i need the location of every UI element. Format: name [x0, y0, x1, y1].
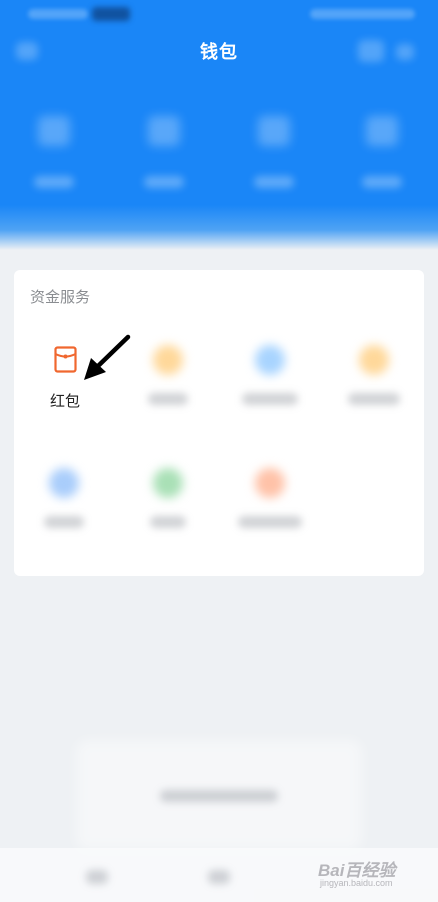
watermark: Bai百经验 jingyan.baidu.com — [318, 848, 418, 894]
status-time-blur — [28, 9, 88, 19]
red-packet-label: 红包 — [50, 392, 81, 410]
wallet-stat-3[interactable] — [244, 112, 304, 202]
service-icon — [359, 345, 389, 375]
wallet-stat-icon — [258, 116, 290, 146]
service-item[interactable] — [128, 345, 208, 425]
wallet-stat-icon — [148, 116, 180, 146]
wallet-stat-4[interactable] — [352, 112, 412, 202]
status-bar — [0, 0, 438, 28]
wallet-stat-1[interactable] — [24, 112, 84, 202]
wallet-stat-icon — [366, 116, 398, 146]
wallet-stat-icon — [38, 116, 70, 146]
status-indicator-blur — [92, 7, 130, 21]
service-label — [148, 393, 188, 405]
service-item[interactable] — [230, 468, 310, 548]
bottom-link[interactable] — [160, 790, 278, 802]
settings-icon[interactable] — [396, 44, 414, 60]
service-label — [348, 393, 400, 405]
service-item[interactable] — [128, 468, 208, 548]
service-icon — [255, 345, 285, 375]
service-icon — [153, 345, 183, 375]
service-label — [242, 393, 298, 405]
tab-item[interactable] — [208, 870, 230, 884]
wallet-stat-label — [144, 176, 184, 188]
section-title: 资金服务 — [30, 288, 91, 306]
service-label — [150, 516, 186, 528]
service-item[interactable] — [230, 345, 310, 425]
status-icons-blur — [310, 9, 415, 19]
red-packet-icon — [54, 346, 77, 373]
service-icon — [49, 468, 79, 498]
more-icon[interactable] — [358, 40, 384, 62]
header: 钱包 — [0, 0, 438, 250]
wallet-stat-label — [362, 176, 402, 188]
service-icon — [255, 468, 285, 498]
wallet-stat-2[interactable] — [134, 112, 194, 202]
tab-item[interactable] — [86, 870, 108, 884]
service-icon — [153, 468, 183, 498]
service-label — [238, 516, 302, 528]
wallet-stat-label — [254, 176, 294, 188]
watermark-url: jingyan.baidu.com — [320, 878, 393, 888]
service-label — [44, 516, 84, 528]
wallet-stat-label — [34, 176, 74, 188]
service-item[interactable] — [24, 468, 104, 548]
service-item[interactable] — [334, 345, 414, 425]
